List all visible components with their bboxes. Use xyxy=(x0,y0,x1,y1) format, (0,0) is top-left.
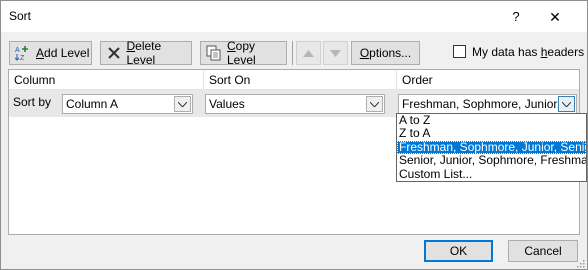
my-data-has-headers-checkbox[interactable] xyxy=(453,45,466,58)
window-title: Sort xyxy=(9,9,32,23)
move-down-button[interactable] xyxy=(323,41,348,65)
order-select[interactable]: Freshman, Sophmore, Junior, S xyxy=(398,94,577,114)
chevron-down-icon[interactable] xyxy=(174,96,191,112)
cancel-button[interactable]: Cancel xyxy=(508,240,578,262)
column-select[interactable]: Column A xyxy=(62,94,193,114)
copy-level-label: Copy Level xyxy=(227,39,256,67)
arrow-up-icon xyxy=(303,46,314,60)
column-header: Column xyxy=(9,70,204,90)
delete-level-button[interactable]: Delete Level xyxy=(100,39,192,67)
ok-button[interactable]: OK xyxy=(424,240,493,262)
dropdown-option-custom-list[interactable]: Custom List... xyxy=(397,168,586,181)
svg-text:Z: Z xyxy=(20,55,25,61)
dropdown-option-freshman-to-senior[interactable]: Freshman, Sophmore, Junior, Senior xyxy=(397,140,586,155)
title-bar: Sort ? ✕ xyxy=(1,1,587,32)
dropdown-option-a-to-z[interactable]: A to Z xyxy=(397,114,586,127)
order-dropdown-list: A to Z Z to A Freshman, Sophmore, Junior… xyxy=(396,113,587,182)
dropdown-option-senior-to-freshman[interactable]: Senior, Junior, Sophmore, Freshman xyxy=(397,154,586,167)
sort-dialog: Sort ? ✕ A Z Add Level Delete Level Copy… xyxy=(0,0,588,270)
chevron-down-icon[interactable] xyxy=(366,96,383,112)
resize-grip-icon[interactable] xyxy=(575,257,585,268)
sort-by-label: Sort by xyxy=(13,95,52,109)
copy-icon xyxy=(206,45,222,61)
svg-text:A: A xyxy=(15,47,20,54)
sort-on-select[interactable]: Values xyxy=(205,94,385,114)
arrow-down-icon xyxy=(330,46,341,60)
my-data-has-headers-label[interactable]: My data has headers xyxy=(472,45,584,59)
close-button[interactable]: ✕ xyxy=(542,5,568,29)
add-level-button[interactable]: A Z Add Level xyxy=(9,41,92,65)
options-button[interactable]: Options... xyxy=(351,41,420,65)
sort-on-header: Sort On xyxy=(204,70,397,90)
copy-level-button[interactable]: Copy Level xyxy=(200,39,287,67)
add-level-label: Add Level xyxy=(36,46,90,60)
order-header: Order xyxy=(397,70,579,90)
move-up-button[interactable] xyxy=(296,41,321,65)
dropdown-option-z-to-a[interactable]: Z to A xyxy=(397,127,586,140)
toolbar-separator xyxy=(292,41,293,65)
help-button[interactable]: ? xyxy=(504,5,528,29)
column-select-value: Column A xyxy=(66,97,119,111)
delete-x-icon xyxy=(106,45,121,61)
delete-level-label: Delete Level xyxy=(126,39,162,67)
add-level-icon: A Z xyxy=(15,45,31,61)
chevron-down-icon[interactable] xyxy=(558,96,575,112)
sort-on-select-value: Values xyxy=(209,97,245,111)
order-select-value: Freshman, Sophmore, Junior, S xyxy=(402,97,572,111)
